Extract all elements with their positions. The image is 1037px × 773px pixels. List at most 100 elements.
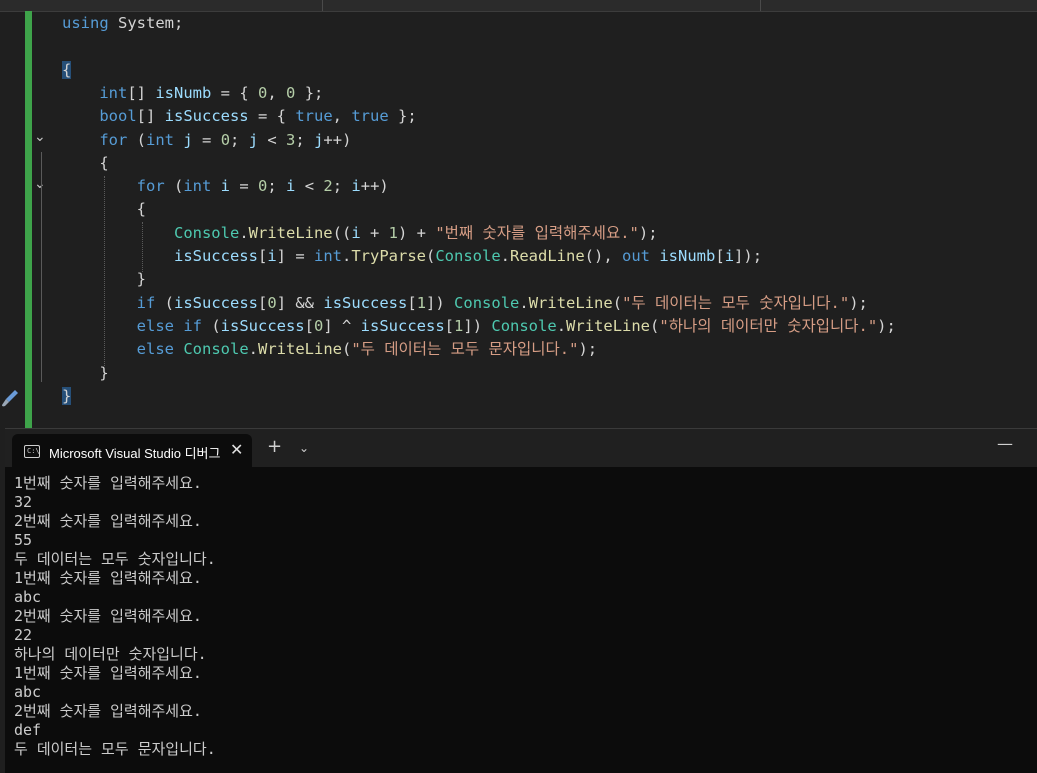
- code-line[interactable]: {: [62, 198, 146, 220]
- code-token: ] ^: [323, 316, 361, 335]
- code-token: 1: [454, 316, 464, 335]
- code-editor[interactable]: ⌄ ⌄ using System; { int[] isNumb = { 0, 0…: [0, 0, 1037, 428]
- code-token: isSuccess: [174, 293, 258, 312]
- console-output: 1번째 숫자를 입력해주세요. 32 2번째 숫자를 입력해주세요. 55 두 데이터는…: [14, 474, 216, 759]
- code-token: WriteLine: [566, 316, 651, 335]
- editor-navigation-bar[interactable]: [0, 0, 1037, 12]
- code-token: ;: [295, 130, 315, 149]
- code-token: [: [258, 293, 268, 312]
- code-line[interactable]: bool[] isSuccess = { true, true };: [62, 105, 417, 127]
- code-token: [: [304, 316, 314, 335]
- debug-console-window[interactable]: C:\ Microsoft Visual Studio 디버그 ✕ + ⌄ — …: [5, 428, 1037, 773]
- output-line: 하나의 데이터만 숫자입니다.: [14, 645, 207, 663]
- code-line[interactable]: for (int j = 0; j < 3; j++): [62, 129, 351, 151]
- code-token: = {: [211, 83, 258, 102]
- code-token: ] &&: [276, 293, 324, 312]
- code-line[interactable]: isSuccess[i] = int.TryParse(Console.Read…: [62, 245, 762, 267]
- code-token: .: [500, 247, 511, 265]
- code-token: ] =: [276, 247, 314, 265]
- code-line[interactable]: if (isSuccess[0] && isSuccess[1]) Consol…: [62, 292, 868, 314]
- code-line[interactable]: else Console.WriteLine("두 데이터는 모두 문자입니다.…: [62, 338, 597, 360]
- code-token: 0: [258, 177, 268, 196]
- code-token: .: [239, 223, 249, 242]
- code-token: {: [62, 153, 109, 172]
- output-line: 두 데이터는 모두 문자입니다.: [14, 740, 216, 758]
- code-token: WriteLine: [248, 223, 333, 242]
- code-token: ]);: [734, 247, 763, 265]
- code-token: else if: [136, 316, 202, 335]
- code-token: "두 데이터는 모두 문자입니다.": [351, 340, 579, 359]
- code-token: j: [314, 130, 324, 149]
- code-token: WriteLine: [258, 340, 342, 359]
- code-token: "두 데이터는 모두 숫자입니다.": [622, 293, 850, 312]
- code-token: [: [257, 247, 268, 265]
- code-token: }: [62, 270, 146, 289]
- output-line: 2번째 숫자를 입력해주세요.: [14, 607, 202, 625]
- paintbrush-icon[interactable]: [0, 388, 20, 408]
- code-token: 3: [286, 130, 296, 149]
- minimize-button[interactable]: —: [997, 434, 1013, 453]
- output-line: 2번째 숫자를 입력해주세요.: [14, 702, 202, 720]
- code-line[interactable]: {: [62, 59, 72, 81]
- code-token: 0: [267, 293, 277, 312]
- code-token: ) +: [398, 223, 436, 242]
- code-token: isSuccess: [220, 316, 305, 335]
- code-token: ]): [463, 316, 492, 335]
- code-line[interactable]: }: [62, 362, 108, 384]
- code-token: i: [351, 223, 361, 242]
- code-token: ++): [323, 130, 352, 149]
- code-line[interactable]: for (int i = 0; i < 2; i++): [62, 175, 389, 197]
- code-token: (: [426, 247, 436, 265]
- fold-toggle-icon[interactable]: ⌄: [34, 176, 46, 192]
- code-token: ;: [332, 177, 352, 196]
- code-token: 1: [388, 223, 399, 242]
- fold-toggle-icon[interactable]: ⌄: [34, 129, 46, 145]
- code-token: true: [351, 107, 389, 126]
- new-tab-button[interactable]: +: [267, 438, 282, 456]
- code-token: i: [724, 247, 735, 265]
- code-token: ]): [426, 293, 455, 312]
- code-token: "번째 숫자를 입력해주세요.": [435, 223, 639, 242]
- code-line[interactable]: int[] isNumb = { 0, 0 };: [62, 82, 323, 104]
- output-line: 32: [14, 493, 33, 511]
- code-token: {: [62, 200, 146, 219]
- code-line[interactable]: using System;: [62, 12, 183, 34]
- code-line[interactable]: Console.WriteLine((i + 1) + "번째 숫자를 입력해주…: [62, 222, 658, 244]
- code-token: WriteLine: [528, 293, 613, 312]
- close-icon[interactable]: ✕: [230, 440, 243, 459]
- code-token: out: [622, 247, 650, 265]
- output-line: 55: [14, 531, 33, 549]
- code-token: (),: [584, 247, 622, 265]
- code-token: ++): [360, 177, 389, 196]
- code-line[interactable]: else if (isSuccess[0] ^ isSuccess[1]) Co…: [62, 315, 896, 337]
- code-token: using: [62, 14, 118, 32]
- code-token: 0: [258, 83, 268, 102]
- code-token: };: [388, 107, 417, 126]
- code-token: isSuccess: [164, 107, 249, 126]
- code-token: bool: [99, 107, 137, 126]
- code-token: );: [638, 223, 658, 242]
- code-token: isSuccess: [323, 293, 408, 312]
- code-token: for: [99, 130, 128, 149]
- code-token: isSuccess: [173, 247, 258, 265]
- chevron-down-icon[interactable]: ⌄: [299, 441, 309, 455]
- tab-debug-console[interactable]: C:\ Microsoft Visual Studio 디버그 ✕: [12, 434, 252, 467]
- code-token: .: [342, 247, 352, 265]
- code-token: ,: [332, 107, 352, 126]
- console-icon: C:\: [24, 445, 40, 458]
- code-token: {: [62, 60, 72, 79]
- code-token: <: [295, 177, 324, 196]
- code-line[interactable]: }: [62, 268, 146, 290]
- code-line[interactable]: }: [62, 385, 72, 407]
- code-token: (: [342, 340, 352, 359]
- code-token: );: [578, 340, 598, 359]
- code-line[interactable]: {: [62, 152, 109, 174]
